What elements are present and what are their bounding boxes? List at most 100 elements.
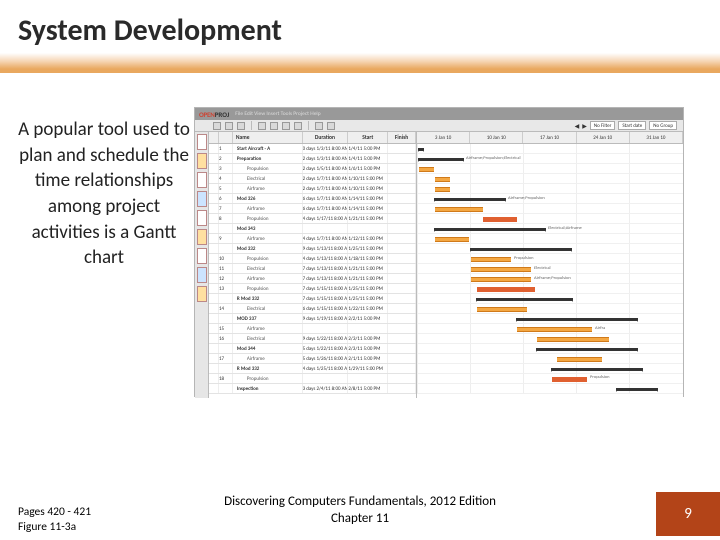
slide-body: A popular tool used to plan and schedule… (0, 73, 720, 397)
grid-row[interactable]: R Mod 3327 days 1/15/11 8:00 AM1/25/11 5… (209, 294, 416, 304)
col-name[interactable]: Name (233, 132, 303, 143)
grid-row[interactable]: 3Propulsion2 days 1/5/11 8:00 AM1/6/11 5… (209, 164, 416, 174)
undo-icon[interactable] (315, 122, 323, 130)
col-finish[interactable]: Finish (388, 132, 416, 143)
grid-row[interactable]: 5Airframe2 days 1/7/11 8:00 AM1/10/11 5:… (209, 184, 416, 194)
grid-row[interactable]: 15Airframe (209, 324, 416, 334)
filter-field[interactable]: No Filter (590, 121, 615, 130)
chart-row: Electrical (417, 264, 683, 274)
gantt-bar[interactable]: Airfra (517, 327, 592, 332)
sort-field[interactable]: Start date (618, 121, 646, 130)
grid-row[interactable]: 8Propulsion4 days 1/17/11 8:00 AM1/21/11… (209, 214, 416, 224)
bar-label: Airframe;Propulsion;Electrical (466, 156, 520, 161)
grid-row[interactable]: 7Airframe6 days 1/7/11 8:00 AM1/14/11 5:… (209, 204, 416, 214)
chart-row (417, 204, 683, 214)
grid-row[interactable]: MOD 3379 days 1/19/11 8:00 AM2/2/11 5:00… (209, 314, 416, 324)
save-icon[interactable] (237, 122, 245, 130)
grid-row[interactable]: 6Mod 3266 days 1/7/11 8:00 AM1/14/11 5:0… (209, 194, 416, 204)
gantt-bar[interactable] (477, 287, 535, 292)
grid-row[interactable]: Mod 3445 days 1/22/11 8:00 AM2/3/11 5:00… (209, 344, 416, 354)
gantt-bar[interactable] (435, 237, 469, 242)
chart-row (417, 214, 683, 224)
gantt-bar[interactable]: Electrical (471, 267, 531, 272)
slide-title: System Development (18, 12, 702, 49)
grid-row[interactable]: 9Airframe4 days 1/7/11 8:00 AM1/12/11 5:… (209, 234, 416, 244)
grid-row[interactable]: 14Electrical6 days 1/15/11 8:00 AM1/22/1… (209, 304, 416, 314)
nav-prev-icon[interactable]: ◀ (575, 122, 580, 130)
grid-row[interactable]: Mod 343 (209, 224, 416, 234)
gantt-bar[interactable] (617, 388, 657, 391)
gantt-bar[interactable] (435, 177, 450, 182)
calendar-view-icon[interactable] (197, 286, 207, 302)
open-icon[interactable] (225, 122, 233, 130)
grid-row[interactable]: 12Airframe7 days 1/13/11 8:00 AM1/21/11 … (209, 274, 416, 284)
gantt-bar[interactable] (435, 187, 450, 192)
gantt-bar[interactable] (435, 207, 483, 212)
task-usage-icon[interactable] (197, 210, 207, 226)
paste-icon[interactable] (294, 122, 302, 130)
task-grid: Name Duration Start Finish 1Start Aircra… (209, 132, 417, 398)
app-toolbar: ◀ ▶ No Filter Start date No Group (195, 120, 683, 132)
grid-row[interactable]: R Mod 3324 days 1/25/11 8:00 AM1/29/11 5… (209, 364, 416, 374)
timeline-tick: 31 Jan 10 (630, 132, 683, 143)
gantt-bar[interactable] (537, 337, 609, 342)
redo-icon[interactable] (327, 122, 335, 130)
grid-row[interactable]: 18Propulsion (209, 374, 416, 384)
histogram-view-icon[interactable] (197, 267, 207, 283)
app-titlebar: OPENPROJ File Edit View Insert Tools Pro… (195, 108, 683, 120)
grid-row[interactable]: 2Preparation2 days 1/3/11 8:00 AM1/4/11 … (209, 154, 416, 164)
tracking-view-icon[interactable] (197, 229, 207, 245)
gantt-bar[interactable] (419, 167, 434, 172)
chart-row: Airframe;Propulsion (417, 194, 683, 204)
group-field[interactable]: No Group (649, 121, 677, 130)
timeline-tick: 3 Jan 10 (417, 132, 470, 143)
gantt-bar[interactable]: Airframe;Propulsion (435, 198, 505, 201)
col-indicator[interactable] (209, 132, 219, 143)
gantt-bar[interactable] (552, 368, 642, 371)
grid-row[interactable]: 16Electrical9 days 1/22/11 8:00 AM2/3/11… (209, 334, 416, 344)
toolbar-sep (308, 121, 309, 130)
grid-row[interactable]: 17Airframe5 days 1/26/11 8:00 AM2/1/11 5… (209, 354, 416, 364)
grid-row[interactable]: Mod 3329 days 1/13/11 8:00 AM1/25/11 5:0… (209, 244, 416, 254)
accent-bar (0, 53, 720, 73)
grid-row[interactable]: 13Propulsion7 days 1/15/11 8:00 AM1/25/1… (209, 284, 416, 294)
gantt-bar[interactable] (537, 348, 637, 351)
chart-row (417, 294, 683, 304)
copy-icon[interactable] (282, 122, 290, 130)
chart-row (417, 164, 683, 174)
slide-footer: Pages 420 - 421 Figure 11-3a Discovering… (0, 492, 720, 536)
new-icon[interactable] (213, 122, 221, 130)
reports-view-icon[interactable] (197, 248, 207, 264)
cut-icon[interactable] (270, 122, 278, 130)
grid-row[interactable]: Inspection3 days 2/4/11 8:00 AM2/8/11 5:… (209, 384, 416, 394)
gantt-bar[interactable] (483, 217, 517, 222)
gantt-bar[interactable]: Propulsion (471, 257, 511, 262)
gantt-bar[interactable] (477, 307, 527, 312)
gantt-bar[interactable]: Airframe;Propulsion (471, 277, 531, 282)
timeline-header: 3 Jan 1010 Jan 1017 Jan 1024 Jan 1031 Ja… (417, 132, 683, 144)
grid-row[interactable]: 10Propulsion4 days 1/13/11 8:00 AM1/18/1… (209, 254, 416, 264)
gantt-bar[interactable] (471, 248, 571, 251)
col-number[interactable] (219, 132, 233, 143)
gantt-bar[interactable] (477, 298, 572, 301)
wbs-view-icon[interactable] (197, 191, 207, 207)
gantt-bar[interactable] (557, 357, 602, 362)
col-duration[interactable]: Duration (303, 132, 349, 143)
grid-row[interactable]: 4Electrical2 days 1/7/11 8:00 AM1/10/11 … (209, 174, 416, 184)
col-start[interactable]: Start (348, 132, 388, 143)
gantt-bar[interactable] (419, 148, 423, 151)
gantt-view-icon[interactable] (197, 134, 207, 150)
chart-row: Electrical;Airframe (417, 224, 683, 234)
gantt-bar[interactable] (517, 318, 637, 321)
print-icon[interactable] (258, 122, 266, 130)
grid-row[interactable]: 11Electrical7 days 1/13/11 8:00 AM1/21/1… (209, 264, 416, 274)
network-view-icon[interactable] (197, 153, 207, 169)
resources-view-icon[interactable] (197, 172, 207, 188)
bar-label: Airframe;Propulsion (534, 276, 571, 281)
gantt-bar[interactable]: Propulsion (552, 377, 587, 382)
gantt-bar[interactable]: Airframe;Propulsion;Electrical (419, 158, 463, 161)
grid-row[interactable]: 1Start Aircraft - A0 days 1/3/11 8:00 AM… (209, 144, 416, 154)
gantt-bar[interactable]: Electrical;Airframe (435, 228, 545, 231)
nav-next-icon[interactable]: ▶ (582, 122, 587, 130)
app-menubar[interactable]: File Edit View Insert Tools Project Help (235, 111, 320, 117)
